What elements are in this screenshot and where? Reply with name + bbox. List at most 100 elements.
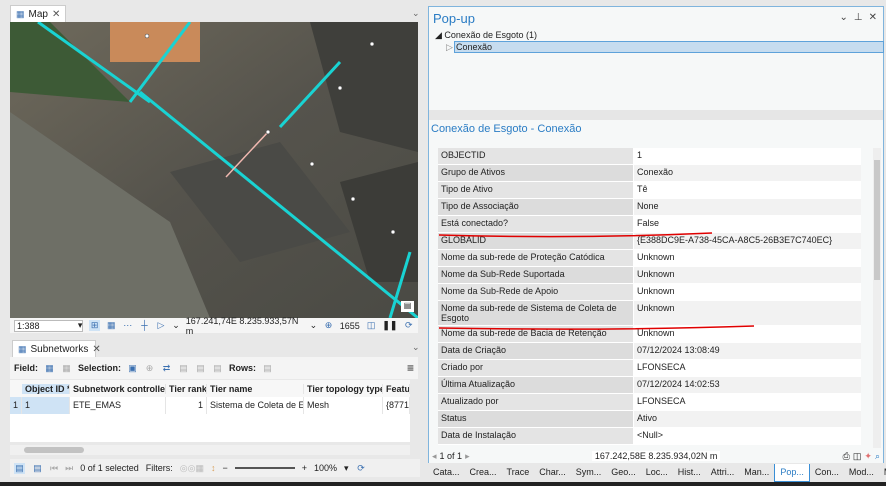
field-value[interactable]: Unknown — [634, 326, 861, 342]
field-value[interactable]: False — [634, 216, 861, 232]
selected-features-icon[interactable]: ⊕ — [323, 320, 334, 331]
fixed-zoom-icon[interactable]: ⊞ — [89, 320, 100, 331]
chevron-down-icon[interactable]: ⌄ — [310, 320, 318, 331]
show-all-records-icon[interactable]: ▤ — [14, 462, 25, 474]
zoom-slider[interactable] — [234, 467, 295, 469]
tree-feature[interactable]: Conexão — [454, 41, 884, 53]
clear-selection-icon[interactable]: ▤ — [178, 363, 189, 374]
popup-pane: Pop-up ⌄ ⊥ ✕ ◢ Conexão de Esgoto (1) ▷ C… — [428, 6, 884, 463]
dock-tab[interactable]: Con... — [810, 464, 844, 482]
field-label: Nome da sub-rede de Proteção Catódica — [438, 250, 634, 266]
field-value[interactable]: LFONSECA — [634, 360, 861, 376]
field-value[interactable]: 1 — [634, 148, 861, 164]
zoom-out-button[interactable]: − — [222, 463, 227, 473]
crosshair-icon[interactable]: ┼ — [139, 320, 150, 331]
table-status-bar: ▤ ▤ ⏮ ⏭ 0 of 1 selected Filters: ◎◎▦ ↕ −… — [10, 459, 420, 477]
section-title: Conexão de Esgoto - Conexão — [431, 123, 582, 135]
last-record-icon[interactable]: ⏭ — [65, 463, 73, 474]
filter-icons[interactable]: ◎◎▦ — [180, 463, 204, 474]
field-value[interactable]: Ativo — [634, 411, 861, 427]
dock-tab[interactable]: Loc... — [641, 464, 673, 482]
tab-subnetworks[interactable]: ▦ Subnetworks ✕ — [12, 340, 101, 357]
chevron-down-icon[interactable]: ⌄ — [412, 8, 420, 19]
popup-toggle-icon[interactable]: ▤ — [401, 301, 414, 312]
field-value[interactable]: LFONSECA — [634, 394, 861, 410]
next-icon[interactable]: ▸ — [465, 451, 470, 462]
tab-map[interactable]: ▦ Map ✕ — [10, 5, 66, 22]
resize-icon[interactable]: ↕ — [211, 463, 216, 473]
dock-tab[interactable]: Man... — [739, 464, 774, 482]
export-icon[interactable]: ◫ — [853, 451, 862, 462]
vertical-scrollbar[interactable] — [873, 148, 881, 448]
add-row-icon[interactable]: ▤ — [262, 363, 273, 374]
field-value[interactable]: Unknown — [634, 250, 861, 266]
field-value[interactable]: Conexão — [634, 165, 861, 181]
close-icon[interactable]: ✕ — [92, 344, 100, 355]
add-field-icon[interactable]: ▦ — [44, 363, 55, 374]
field-value[interactable]: 07/12/2024 13:08:49 — [634, 343, 861, 359]
field-value[interactable]: Unknown — [634, 284, 861, 300]
dock-tab[interactable]: Pop... — [774, 464, 810, 482]
field-value[interactable]: Unknown — [634, 301, 861, 325]
dock-tab[interactable]: Attri... — [706, 464, 740, 482]
grid-icon[interactable]: ▦ — [106, 320, 117, 331]
snapping-icon[interactable]: ⋯ — [123, 320, 134, 331]
table-icon[interactable]: ◫ — [366, 320, 377, 331]
horizontal-scrollbar[interactable] — [10, 445, 410, 455]
dock-tab[interactable]: Char... — [534, 464, 571, 482]
dock-tab[interactable]: Hist... — [673, 464, 706, 482]
dock-tab[interactable]: Sym... — [571, 464, 607, 482]
zoom-in-button[interactable]: + — [302, 463, 307, 473]
field-value[interactable]: <Null> — [634, 428, 861, 444]
select-by-attributes-icon[interactable]: ▣ — [127, 363, 138, 374]
field-value[interactable]: {E388DC9E-A738-45CA-A8C5-26B3E7C740EC} — [634, 233, 861, 249]
first-record-icon[interactable]: ⏮ — [50, 463, 58, 474]
dock-tab[interactable]: Cata... — [428, 464, 465, 482]
field-value[interactable]: None — [634, 199, 861, 215]
zoom-to-selection-icon[interactable]: ⊕ — [144, 363, 155, 374]
field-label: Tipo de Associação — [438, 199, 634, 215]
show-selected-records-icon[interactable]: ▤ — [32, 463, 43, 474]
navigation-icon[interactable]: ▷ — [156, 320, 167, 331]
field-value[interactable]: 07/12/2024 14:02:53 — [634, 377, 861, 393]
previous-icon[interactable]: ◂ — [432, 451, 437, 462]
zoom-to-icon[interactable]: ⌕ — [875, 451, 880, 462]
column-header[interactable]: Tier rank — [166, 383, 207, 394]
refresh-icon[interactable]: ⟳ — [403, 320, 414, 331]
chevron-down-icon[interactable]: ⌄ — [412, 342, 420, 353]
dock-tab[interactable]: Crea... — [465, 464, 502, 482]
tree-layer[interactable]: ◢ Conexão de Esgoto (1) — [435, 30, 537, 41]
delete-selection-icon[interactable]: ▤ — [195, 363, 206, 374]
field-value[interactable]: Unknown — [634, 267, 861, 283]
calculate-field-icon[interactable]: ▦ — [61, 363, 72, 374]
menu-icon[interactable]: ≡ — [407, 361, 414, 375]
field-row: GLOBALID {E388DC9E-A738-45CA-A8C5-26B3E7C… — [438, 233, 861, 250]
flash-icon[interactable]: ✦ — [864, 451, 872, 462]
switch-selection-icon[interactable]: ⇄ — [161, 363, 172, 374]
pause-icon[interactable]: ❚❚ — [382, 320, 397, 331]
dock-tab[interactable]: Mod... — [844, 464, 879, 482]
column-header[interactable]: Tier name — [207, 383, 304, 394]
column-header[interactable]: Tier topology type — [304, 383, 383, 394]
print-icon[interactable]: ⎙ — [843, 451, 850, 462]
close-icon[interactable]: ✕ — [869, 12, 877, 23]
field-label: Nome da Sub-Rede Suportada — [438, 267, 634, 283]
dock-tab[interactable]: Geo... — [606, 464, 641, 482]
chevron-down-icon[interactable]: ⌄ — [172, 320, 180, 331]
field-row: Última Atualização 07/12/2024 14:02:53 — [438, 377, 861, 394]
field-value[interactable]: Tê — [634, 182, 861, 198]
chevron-down-icon[interactable]: ⌄ — [840, 12, 848, 23]
dock-tab[interactable]: Trace — [502, 464, 535, 482]
refresh-icon[interactable]: ⟳ — [356, 463, 367, 474]
table-row[interactable]: 1 1 ETE_EMAS 1 Sistema de Coleta de Es..… — [10, 397, 410, 414]
field-label: Tipo de Ativo — [438, 182, 634, 198]
scale-selector[interactable]: 1:388 ▾ — [14, 319, 84, 332]
map-view[interactable]: ▤ — [10, 22, 418, 318]
column-header[interactable]: Object ID * — [22, 383, 70, 394]
column-header[interactable]: Featu — [383, 383, 410, 394]
close-icon[interactable]: ✕ — [52, 9, 60, 20]
column-header[interactable]: Subnetwork controlle... — [70, 383, 166, 394]
copy-selection-icon[interactable]: ▤ — [212, 363, 223, 374]
pin-icon[interactable]: ⊥ — [854, 12, 863, 23]
dock-tab[interactable]: Mod... — [879, 464, 886, 482]
